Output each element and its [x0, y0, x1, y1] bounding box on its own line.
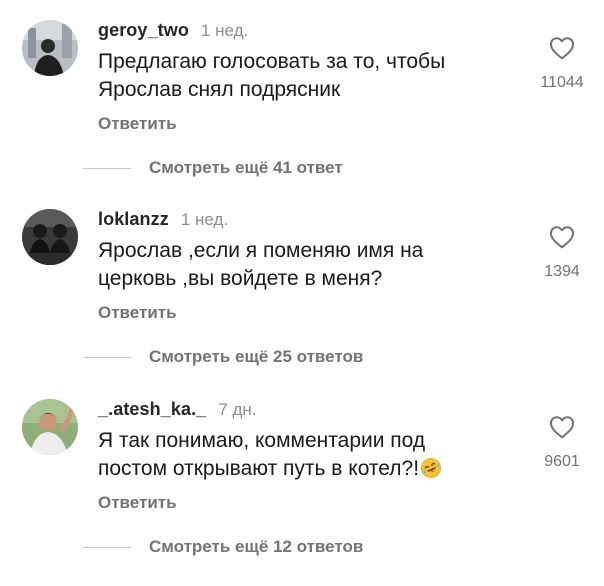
rolling-on-floor-laughing-emoji [421, 458, 442, 478]
heart-outline-icon[interactable] [549, 36, 575, 60]
avatar[interactable] [22, 209, 78, 265]
view-replies-button[interactable]: Смотреть ещё 25 ответов [83, 345, 363, 369]
comment-text: Предлагаю голосовать за то, чтобы Яросла… [98, 50, 446, 101]
timestamp: 1 нед. [200, 21, 249, 40]
like-count: 11044 [540, 74, 584, 91]
divider-line [83, 546, 131, 548]
reply-button[interactable]: Ответить [98, 493, 177, 513]
comment-meta: loklanzz 1 нед. [98, 209, 228, 235]
like-group: 1394 [540, 225, 584, 285]
like-group: 9601 [540, 415, 584, 475]
username[interactable]: geroy_two [98, 20, 189, 41]
avatar[interactable] [22, 20, 78, 76]
like-count: 9601 [544, 453, 580, 470]
comment-text-content: Я так понимаю, комментарии под постом от… [98, 429, 426, 480]
comments-list: geroy_two 1 нед. Предлагаю голосовать за… [0, 0, 604, 586]
reply-button[interactable]: Ответить [98, 114, 177, 134]
divider-line [83, 356, 131, 358]
username[interactable]: _.atesh_ka._ [98, 399, 206, 420]
comment-text: Я так понимаю, комментарии под постом от… [98, 427, 518, 483]
view-replies-label: Смотреть ещё 12 ответов [149, 537, 364, 556]
like-count: 1394 [544, 263, 580, 280]
like-group: 11044 [540, 36, 584, 96]
avatar-image [22, 209, 78, 265]
heart-outline-icon[interactable] [549, 415, 575, 439]
view-replies-button[interactable]: Смотреть ещё 12 ответов [83, 535, 363, 559]
comment-meta: _.atesh_ka._ 7 дн. [98, 399, 257, 425]
reply-button[interactable]: Ответить [98, 303, 177, 323]
comment-meta: geroy_two 1 нед. [98, 20, 248, 46]
view-replies-label: Смотреть ещё 25 ответов [149, 347, 364, 366]
heart-outline-icon[interactable] [549, 225, 575, 249]
view-replies-button[interactable]: Смотреть ещё 41 ответ [83, 156, 343, 180]
avatar-image [22, 399, 78, 455]
timestamp: 7 дн. [218, 400, 257, 419]
divider-line [83, 167, 131, 169]
view-replies-label: Смотреть ещё 41 ответ [149, 158, 343, 177]
avatar-image [22, 20, 78, 76]
timestamp: 1 нед. [180, 210, 229, 229]
avatar[interactable] [22, 399, 78, 455]
username[interactable]: loklanzz [98, 209, 169, 230]
comment-text: Ярослав ,если я поменяю имя на церковь ,… [98, 239, 424, 290]
